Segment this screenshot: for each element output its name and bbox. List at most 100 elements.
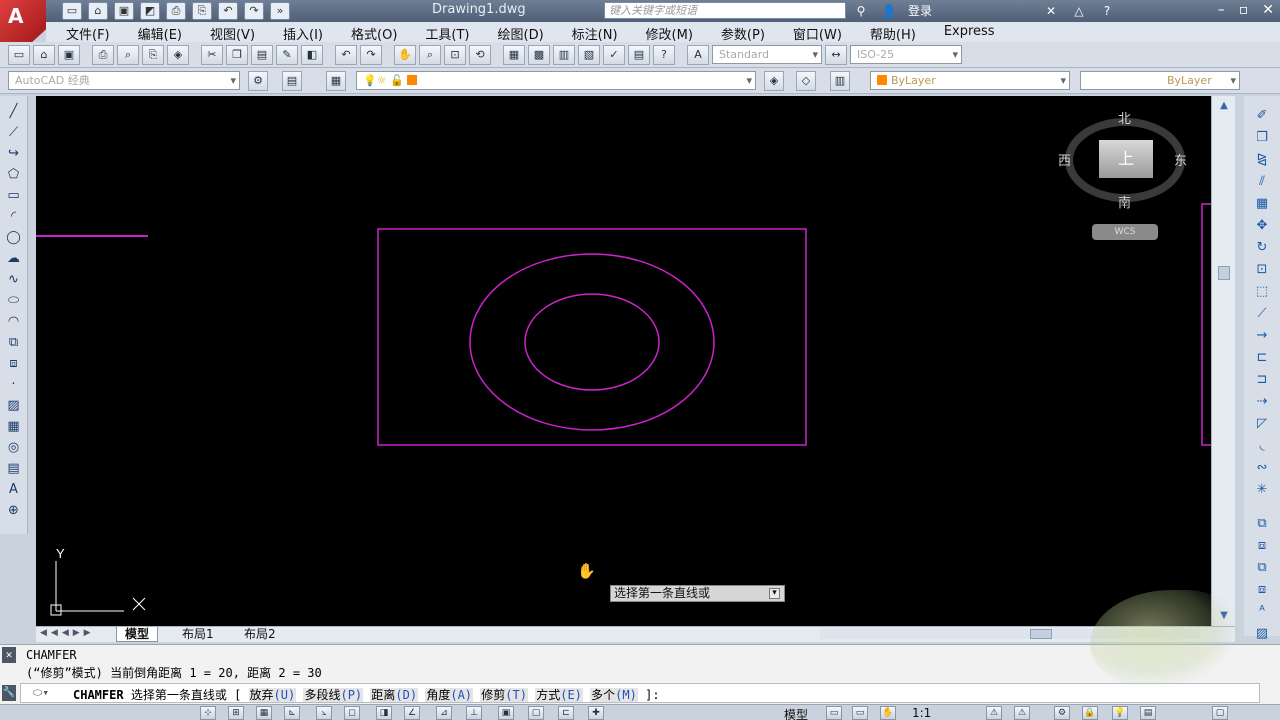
array-icon[interactable]: ▦ [1250,194,1274,214]
workspace-select[interactable]: AutoCAD 经典 [8,71,240,90]
ducs-icon[interactable]: ⊿ [436,706,452,720]
infer-constraints-icon[interactable]: ⊹ [200,706,216,720]
polygon-icon[interactable]: ⬠ [3,165,25,184]
menu-view[interactable]: 视图(V) [210,22,255,43]
chamfer-icon[interactable]: ◸ [1250,414,1274,434]
vertical-scrollbar[interactable]: ▲ ▼ [1211,96,1235,626]
new-file-icon[interactable]: ▭ [62,2,82,20]
layer-select[interactable]: 💡☼ 🔓 [356,71,756,90]
undo-icon[interactable]: ↶ [218,2,238,20]
login-link[interactable]: 登录 [908,2,932,19]
gradient-icon[interactable]: ▦ [3,417,25,436]
calculator-icon[interactable]: ▤ [628,44,650,65]
option-polyline[interactable]: 多段线(P) [303,688,364,702]
menu-dimension[interactable]: 标注(N) [572,22,618,43]
ellipse-arc-icon[interactable]: ◠ [3,312,25,331]
horizontal-scrollbar[interactable] [820,629,1200,639]
otrack-icon[interactable]: ∠ [404,706,420,720]
zoom-previous-icon[interactable]: ⟲ [469,44,491,65]
3d-osnap-icon[interactable]: ◨ [376,706,392,720]
tool-palettes-icon[interactable]: ▥ [553,44,575,65]
drawing-area[interactable]: Y [36,96,1211,626]
copy-object-icon[interactable]: ❐ [1250,128,1274,148]
rotate-icon[interactable]: ↻ [1250,238,1274,258]
sc-icon[interactable]: ✚ [588,706,604,720]
zoom-window-icon[interactable]: ⊡ [444,44,466,65]
stretch-icon[interactable]: ⬚ [1250,282,1274,302]
model-space-label[interactable]: 模型 [784,706,808,720]
plot-preview-icon[interactable]: ⌕ [117,44,139,65]
dim-style-select[interactable]: ISO-25 [850,45,962,64]
spline-icon[interactable]: ∿ [3,270,25,289]
viewcube-east[interactable]: 东 [1174,150,1187,169]
pan-icon[interactable]: ✋ [394,44,416,65]
3d-dwf-icon[interactable]: ◈ [167,44,189,65]
hatch-back-icon[interactable]: ▨ [1250,624,1274,644]
partial-rectangle[interactable] [1201,203,1211,446]
command-input[interactable]: ⬭▾ CHAMFER 选择第一条直线或 [ 放弃(U) 多段线(P) 距离(D)… [20,683,1260,703]
annotation-scale[interactable]: 1:1 [912,706,931,720]
maximize-icon[interactable]: ▫ [1239,2,1249,18]
plot-icon[interactable]: ⎙ [166,2,186,20]
layer-states-icon[interactable]: ▥ [830,71,850,91]
table-icon[interactable]: ▤ [3,459,25,478]
option-method[interactable]: 方式(E) [535,688,583,702]
outer-circle[interactable] [469,253,715,431]
break-at-point-icon[interactable]: ⊏ [1250,348,1274,368]
application-menu-button[interactable]: A [0,0,46,42]
paste-icon[interactable]: ▤ [251,44,273,65]
menu-window[interactable]: 窗口(W) [793,22,842,43]
draworder-above-icon[interactable]: ⧉ [1250,558,1274,578]
option-trim[interactable]: 修剪(T) [480,688,528,702]
user-icon[interactable]: 👤 [880,3,898,19]
isolate-objects-icon[interactable]: 💡 [1112,706,1128,720]
construction-line-icon[interactable]: ⟋ [3,123,25,142]
circle-icon[interactable]: ◯ [3,228,25,247]
draworder-back-icon[interactable]: ⧈ [1250,536,1274,556]
mirror-icon[interactable]: ⧎ [1250,150,1274,170]
help-icon[interactable]: ? [1098,3,1116,19]
grid-icon[interactable]: ▦ [256,706,272,720]
rectangle-shape[interactable] [377,228,807,446]
dim-style-icon[interactable]: ↔ [825,44,847,65]
revcloud-icon[interactable]: ☁ [3,249,25,268]
design-center-icon[interactable]: ▩ [528,44,550,65]
tpy-icon[interactable]: ▢ [528,706,544,720]
cut-icon[interactable]: ✂ [201,44,223,65]
move-icon[interactable]: ✥ [1250,216,1274,236]
lock-ui-icon[interactable]: 🔒 [1082,706,1098,720]
viewcube-west[interactable]: 西 [1058,150,1071,169]
open-file-icon[interactable]: ⌂ [88,2,108,20]
explode-icon[interactable]: ✳ [1250,480,1274,500]
trim-icon[interactable]: ⟋ [1250,304,1274,324]
line-icon[interactable]: ╱ [3,102,25,121]
option-undo[interactable]: 放弃(U) [248,688,297,702]
save-as-icon[interactable]: ◩ [140,2,160,20]
scroll-up-icon[interactable]: ▲ [1218,100,1230,112]
polyline-icon[interactable]: ↪ [3,144,25,163]
break-icon[interactable]: ⊐ [1250,370,1274,390]
search-input[interactable]: 键入关键字或短语 [604,2,846,19]
auto-scale-icon[interactable]: ⚠ [1014,706,1030,720]
redo-icon[interactable]: ↷ [360,44,382,65]
annotation-visibility-icon[interactable]: ⚠ [986,706,1002,720]
menu-help[interactable]: 帮助(H) [870,22,916,43]
blend-icon[interactable]: ∾ [1250,458,1274,478]
menu-edit[interactable]: 编辑(E) [138,22,182,43]
quick-view-drawings-icon[interactable]: ▭ [852,706,868,720]
save-icon[interactable]: ▣ [114,2,134,20]
wcs-menu[interactable]: WCS [1092,224,1158,240]
markup-icon[interactable]: ✓ [603,44,625,65]
add-selected-icon[interactable]: ⊕ [3,501,25,520]
text-front-icon[interactable]: ᴬ [1250,602,1274,622]
match-properties-icon[interactable]: ✎ [276,44,298,65]
publish-icon[interactable]: ⎘ [142,44,164,65]
open-icon[interactable]: ⌂ [33,44,55,65]
command-recent-icon[interactable]: ⬭▾ [33,686,49,700]
horizontal-scroll-thumb[interactable] [1030,629,1052,639]
menu-modify[interactable]: 修改(M) [646,22,693,43]
viewcube-north[interactable]: 北 [1118,108,1131,127]
option-distance[interactable]: 距离(D) [370,688,419,702]
erase-icon[interactable]: ✐ [1250,106,1274,126]
text-style-icon[interactable]: A [687,44,709,65]
